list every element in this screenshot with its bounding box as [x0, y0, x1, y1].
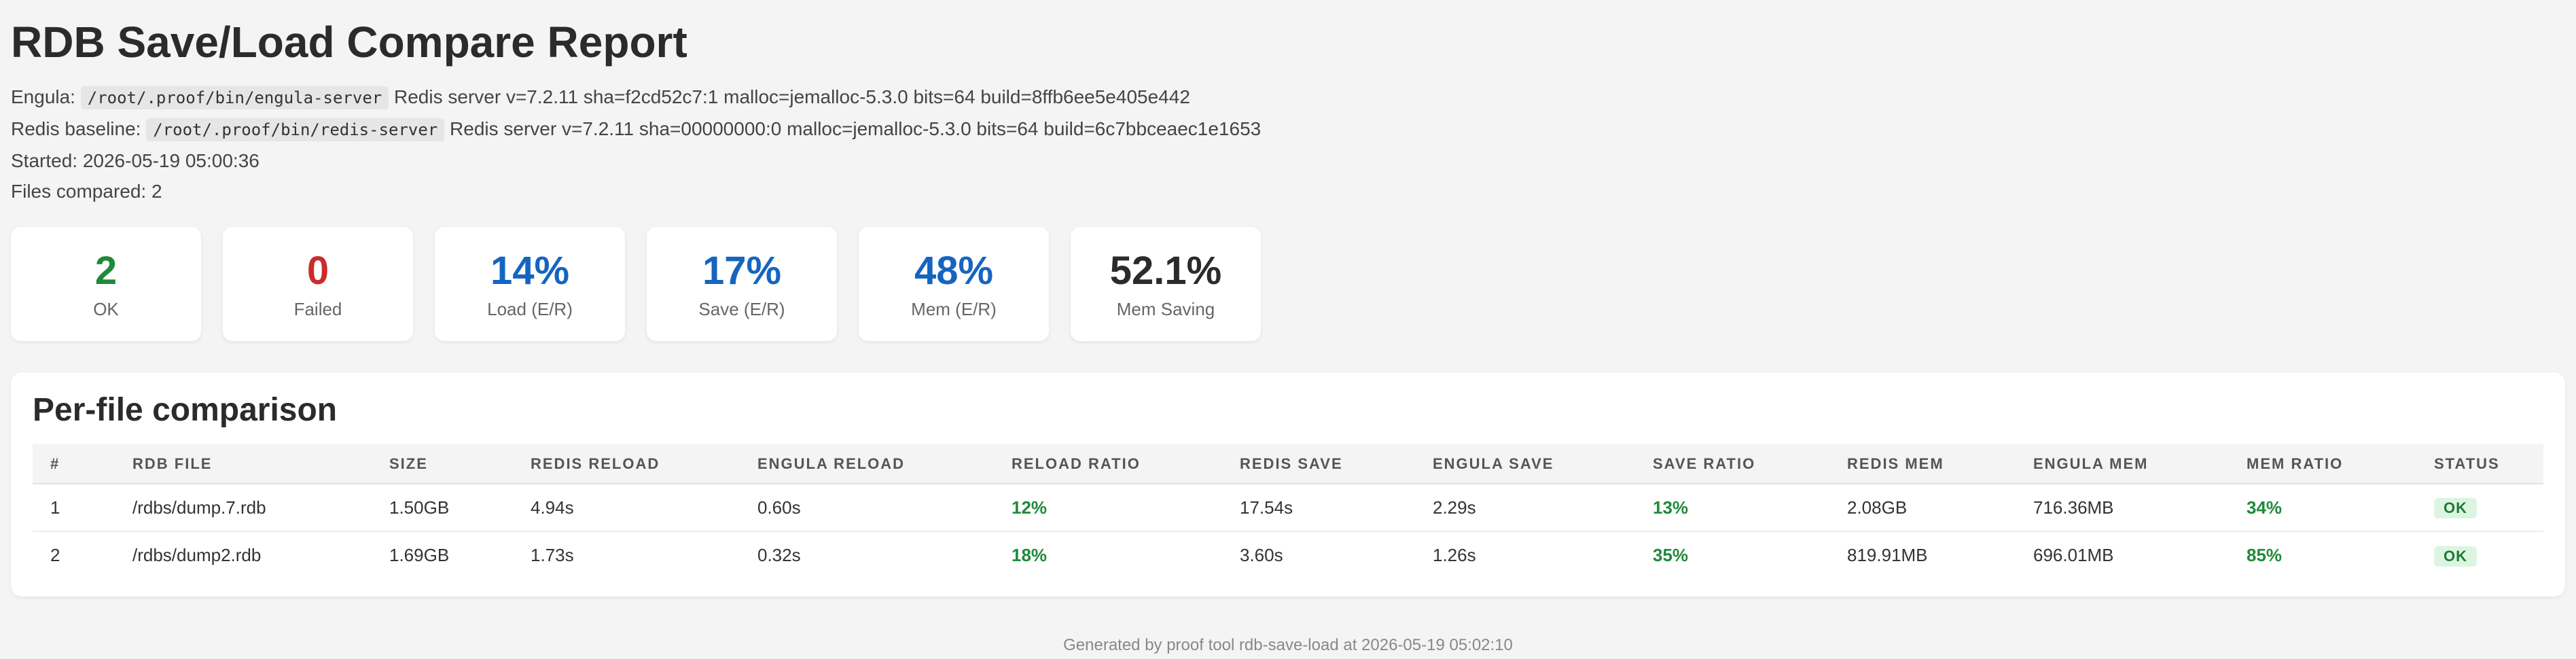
status-badge: OK	[2434, 546, 2477, 567]
engula-mem: 696.01MB	[2033, 545, 2114, 565]
save-ratio: 13%	[1635, 484, 1829, 532]
file-size: 1.69GB	[389, 545, 450, 565]
engula-label: Engula:	[11, 86, 75, 107]
engula-reload: 0.60s	[740, 484, 994, 532]
engula-save: 2.29s	[1415, 484, 1635, 532]
column-header: #	[33, 444, 115, 484]
card-label: Load (E/R)	[487, 298, 573, 319]
card-label: Mem Saving	[1116, 298, 1215, 319]
page-title: RDB Save/Load Compare Report	[11, 18, 687, 67]
comparison-panel: Per-file comparison # RDB File Size Redi…	[11, 372, 2565, 596]
redis-reload: 1.73s	[531, 545, 574, 565]
redis-line: Redis baseline: /root/.proof/bin/redis-s…	[11, 113, 2565, 145]
column-header: Engula Mem	[2016, 444, 2229, 484]
row-number: 2	[50, 545, 60, 565]
summary-card-failed: 0 Failed	[223, 227, 413, 341]
engula-save: 1.26s	[1433, 545, 1476, 565]
card-value: 14%	[490, 248, 570, 293]
files-compared: Files compared: 2	[11, 181, 162, 202]
column-header: Mem Ratio	[2229, 444, 2416, 484]
engula-reload: 0.32s	[757, 545, 801, 565]
column-header: Redis Mem	[1829, 444, 2016, 484]
summary-card-save: 17% Save (E/R)	[647, 227, 837, 341]
section-title: Per-file comparison	[33, 392, 338, 428]
column-header: Engula Save	[1415, 444, 1635, 484]
summary-card-ok: 2 OK	[11, 227, 201, 341]
redis-path: /root/.proof/bin/redis-server	[146, 118, 445, 141]
card-label: Mem (E/R)	[911, 298, 997, 319]
redis-save: 17.54s	[1222, 484, 1415, 532]
card-label: Save (E/R)	[698, 298, 785, 319]
redis-info: Redis server v=7.2.11 sha=00000000:0 mal…	[450, 118, 1262, 139]
card-value: 52.1%	[1109, 248, 1222, 293]
card-label: OK	[93, 298, 119, 319]
column-header: Redis Reload	[513, 444, 740, 484]
engula-path: /root/.proof/bin/engula-server	[80, 86, 389, 109]
summary-card-mem-saving: 52.1% Mem Saving	[1071, 227, 1261, 341]
rdb-file: /rdbs/dump2.rdb	[132, 545, 262, 565]
column-header: Save Ratio	[1635, 444, 1829, 484]
card-value: 2	[94, 248, 118, 293]
status-cell: OK	[2416, 531, 2543, 579]
column-header: Redis Save	[1222, 444, 1415, 484]
engula-mem: 716.36MB	[2016, 484, 2229, 532]
engula-info: Redis server v=7.2.11 sha=f2cd52c7:1 mal…	[394, 86, 1190, 107]
started-time: Started: 2026-05-19 05:00:36	[11, 150, 260, 171]
column-header: Size	[372, 444, 513, 484]
card-value: 17%	[702, 248, 782, 293]
reload-ratio: 12%	[994, 484, 1222, 532]
status-badge: OK	[2434, 498, 2477, 518]
redis-save: 3.60s	[1240, 545, 1283, 565]
summary-cards: 2 OK 0 Failed 14% Load (E/R) 17% Save (E…	[11, 227, 2565, 341]
reload-ratio: 18%	[1012, 545, 1048, 565]
redis-reload: 4.94s	[513, 484, 740, 532]
rdb-file: /rdbs/dump.7.rdb	[115, 484, 372, 532]
mem-ratio: 34%	[2229, 484, 2416, 532]
card-label: Failed	[293, 298, 342, 319]
save-ratio: 35%	[1653, 545, 1689, 565]
column-header: Engula Reload	[740, 444, 994, 484]
row-number: 1	[33, 484, 115, 532]
summary-card-load: 14% Load (E/R)	[435, 227, 625, 341]
redis-mem: 2.08GB	[1829, 484, 2016, 532]
table-header-row: # RDB File Size Redis Reload Engula Relo…	[33, 444, 2543, 484]
table-row: 2 /rdbs/dump2.rdb 1.69GB 1.73s 0.32s 18%…	[33, 531, 2543, 579]
engula-line: Engula: /root/.proof/bin/engula-server R…	[11, 82, 2565, 113]
file-size: 1.50GB	[372, 484, 513, 532]
redis-mem: 819.91MB	[1847, 545, 1928, 565]
card-value: 0	[306, 248, 329, 293]
status-cell: OK	[2416, 484, 2543, 532]
column-header: Status	[2416, 444, 2543, 484]
card-value: 48%	[914, 248, 994, 293]
comparison-table: # RDB File Size Redis Reload Engula Relo…	[33, 444, 2543, 579]
summary-card-mem: 48% Mem (E/R)	[859, 227, 1049, 341]
page-footer: Generated by proof tool rdb-save-load at…	[1063, 636, 1513, 654]
redis-label: Redis baseline:	[11, 118, 141, 139]
column-header: Reload Ratio	[994, 444, 1222, 484]
report-page: RDB Save/Load Compare Report Engula: /ro…	[0, 0, 2576, 596]
mem-ratio: 85%	[2247, 545, 2283, 565]
column-header: RDB File	[115, 444, 372, 484]
table-row: 1 /rdbs/dump.7.rdb 1.50GB 4.94s 0.60s 12…	[33, 484, 2543, 532]
